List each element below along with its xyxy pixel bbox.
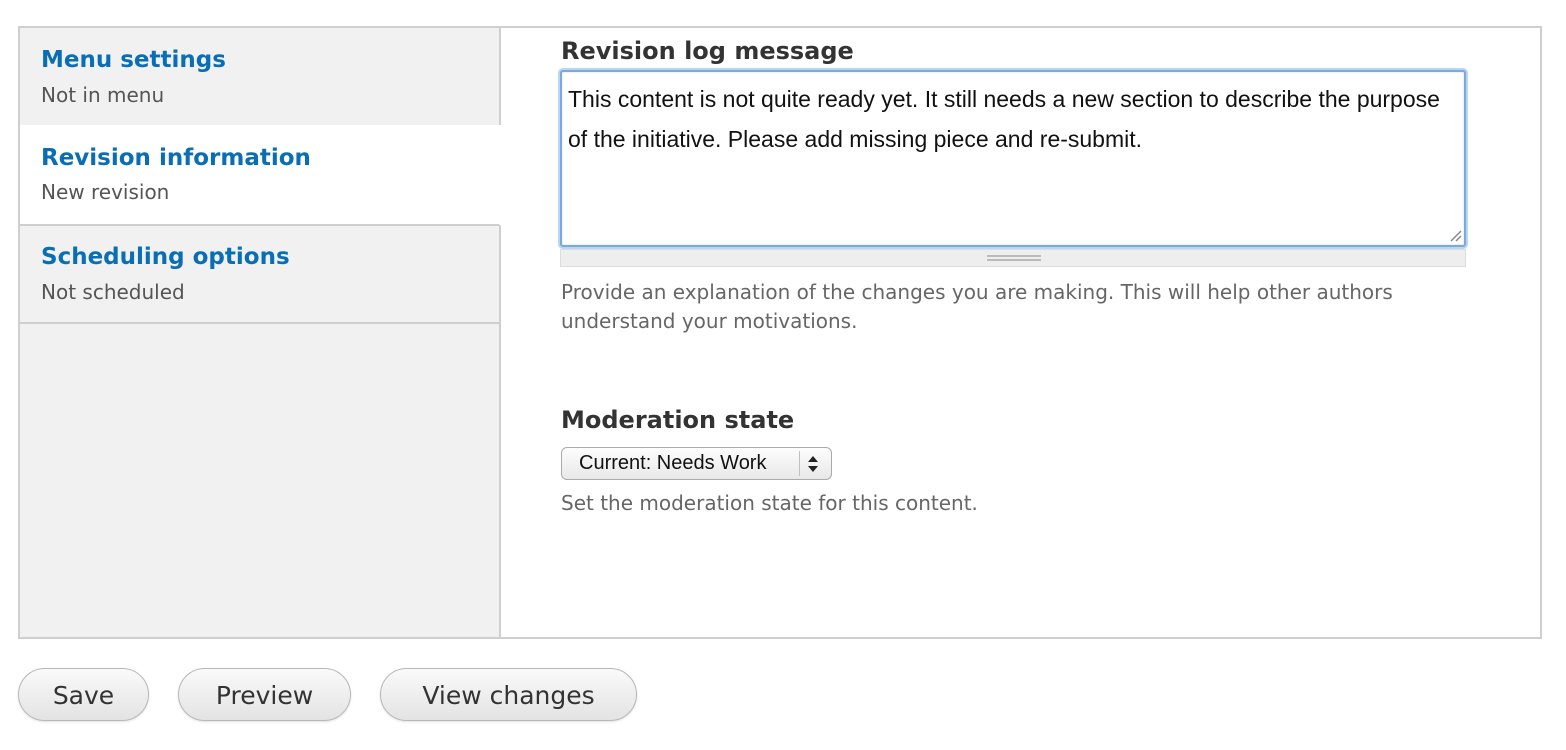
vertical-tab-scheduling-options[interactable]: Scheduling options Not scheduled [20, 224, 501, 324]
revision-log-label: Revision log message [561, 37, 854, 65]
revision-log-field: This content is not quite ready yet. It … [560, 70, 1466, 269]
preview-button[interactable]: Preview [178, 668, 351, 721]
moderation-state-description: Set the moderation state for this conten… [561, 491, 978, 515]
moderation-state-select[interactable]: Current: Needs Work [561, 447, 832, 480]
save-button[interactable]: Save [18, 668, 149, 721]
vertical-tab-summary: New revision [41, 180, 170, 204]
view-changes-button[interactable]: View changes [380, 668, 637, 721]
up-down-arrows-icon [808, 456, 818, 472]
revision-log-description: Provide an explanation of the changes yo… [561, 280, 1393, 333]
vertical-tab-title[interactable]: Scheduling options [41, 244, 290, 270]
vertical-tabs-list: Menu settings Not in menu Revision infor… [20, 28, 501, 637]
moderation-state-label: Moderation state [561, 406, 795, 434]
vertical-tab-revision-information[interactable]: Revision information New revision [20, 125, 501, 226]
vertical-tab-title[interactable]: Revision information [41, 145, 311, 171]
textarea-grippie[interactable] [560, 249, 1466, 267]
select-divider [799, 451, 800, 476]
moderation-state-selected-value: Current: Needs Work [579, 452, 767, 474]
revision-log-textarea[interactable]: This content is not quite ready yet. It … [560, 70, 1466, 247]
resize-handle-icon[interactable] [1448, 228, 1462, 242]
vertical-tab-summary: Not in menu [41, 83, 165, 107]
grippie-bars-icon [987, 255, 1041, 261]
vertical-tab-summary: Not scheduled [41, 280, 185, 304]
vertical-tab-title[interactable]: Menu settings [41, 47, 226, 73]
vertical-tab-menu-settings[interactable]: Menu settings Not in menu [20, 28, 501, 127]
